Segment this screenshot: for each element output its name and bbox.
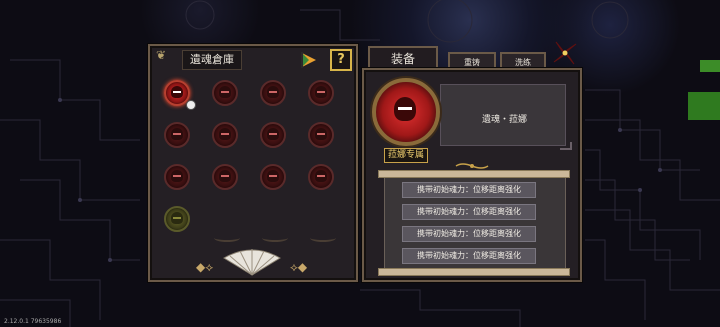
- inventory-panel: ❦ 遺魂倉庫 ? ◆⟡ ⟡◆: [148, 44, 358, 282]
- scroll-rod-top: [378, 170, 570, 178]
- soul-face-icon: [315, 128, 327, 140]
- equipped-soul-slot[interactable]: [372, 78, 440, 146]
- divider-ornament: [455, 163, 489, 169]
- soul-face-icon: [171, 212, 183, 224]
- soul-face-icon: [394, 97, 416, 121]
- soul-slot[interactable]: [212, 122, 238, 148]
- effect-item: 携带初始魂力：位移距离强化: [402, 226, 536, 242]
- soul-slot[interactable]: [212, 164, 238, 190]
- soul-slot[interactable]: [164, 122, 190, 148]
- empty-slot: [310, 234, 336, 242]
- scroll-ornament-icon: ◆⟡: [196, 260, 214, 274]
- empty-slot: [262, 234, 288, 242]
- soul-slot[interactable]: [260, 164, 286, 190]
- version-text: 2.12.0.1 79635986: [4, 318, 62, 325]
- soul-face-icon: [219, 128, 231, 140]
- equipped-badge: [186, 100, 196, 110]
- scroll-ornament-icon: ⟡◆: [290, 260, 308, 274]
- effect-item: 携带初始魂力：位移距离强化: [402, 182, 536, 198]
- soul-slot[interactable]: [308, 164, 334, 190]
- soul-face-icon: [171, 170, 183, 182]
- soul-face-icon: [171, 128, 183, 140]
- name-box-decoration: [560, 142, 572, 150]
- soul-face-icon: [171, 86, 183, 98]
- circuit-pattern-background: [0, 0, 720, 327]
- soul-slot[interactable]: [164, 206, 190, 232]
- green-foliage: [700, 60, 720, 72]
- flag-icon[interactable]: [300, 51, 318, 69]
- soul-face-icon: [267, 86, 279, 98]
- soul-slot[interactable]: [164, 164, 190, 190]
- fan-icon[interactable]: [222, 248, 282, 276]
- close-icon[interactable]: [552, 40, 578, 66]
- soul-face-icon: [315, 170, 327, 182]
- green-foliage: [688, 92, 720, 120]
- soul-name: 遺魂・菈娜: [482, 115, 528, 125]
- inventory-title: 遺魂倉庫: [182, 50, 242, 70]
- soul-face-icon: [267, 170, 279, 182]
- ornament-icon: ❦: [156, 48, 167, 62]
- soul-face-icon: [219, 86, 231, 98]
- equip-panel: 菈娜专属 遺魂・菈娜 携带初始魂力：位移距离强化 携带初始魂力：位移距离强化 携…: [362, 68, 582, 282]
- soul-face-icon: [315, 86, 327, 98]
- soul-slot[interactable]: [260, 80, 286, 106]
- soul-slot[interactable]: [212, 80, 238, 106]
- empty-slot: [214, 234, 240, 242]
- soul-face-icon: [267, 128, 279, 140]
- exclusive-label: 菈娜专属: [384, 148, 429, 163]
- help-button[interactable]: ?: [330, 49, 352, 71]
- soul-face-icon: [219, 170, 231, 182]
- effect-item: 携带初始魂力：位移距离强化: [402, 204, 536, 220]
- soul-slot[interactable]: [308, 122, 334, 148]
- scroll-rod-bottom: [378, 268, 570, 276]
- soul-slot[interactable]: [308, 80, 334, 106]
- effect-item: 携带初始魂力：位移距离强化: [402, 248, 536, 264]
- soul-slot[interactable]: [164, 80, 196, 110]
- soul-slot[interactable]: [260, 122, 286, 148]
